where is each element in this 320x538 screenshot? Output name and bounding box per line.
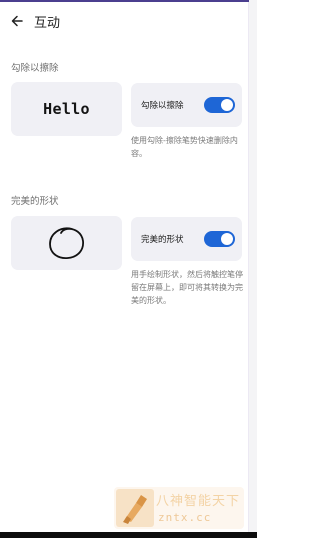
shape-toggle-switch[interactable] [204, 231, 235, 247]
shape-preview-card [11, 216, 122, 270]
erase-preview-card: Hello [11, 82, 122, 136]
switch-knob [221, 99, 233, 111]
system-navigation-bar [0, 532, 257, 538]
watermark-title: 八神智能天下 [156, 494, 241, 509]
watermark-url: zntx.cc [158, 511, 212, 524]
top-accent-bar [0, 0, 257, 2]
right-edge-strip [249, 0, 257, 538]
shape-toggle-row[interactable]: 完美的形状 [131, 217, 242, 261]
shape-description: 用手绘制形状，然后将触控笔停留在屏幕上，即可将其转换为完美的形状。 [131, 270, 243, 305]
erase-toggle-switch[interactable] [204, 97, 235, 113]
back-button[interactable] [4, 8, 30, 34]
header: 互动 [0, 8, 240, 34]
erase-description: 使用勾除-擦除笔势快速删除内容。 [131, 136, 238, 158]
switch-knob [221, 233, 233, 245]
brush-logo-icon [116, 489, 154, 527]
erase-toggle-label: 勾除以擦除 [141, 101, 184, 111]
arrow-left-icon [11, 15, 23, 27]
shape-toggle-label: 完美的形状 [141, 235, 184, 245]
hello-sample-text: Hello [43, 100, 90, 118]
section-title-erase: 勾除以擦除 [11, 63, 59, 74]
erase-toggle-row[interactable]: 勾除以擦除 [131, 83, 242, 127]
edge-divider [248, 2, 249, 538]
page-title: 互动 [34, 15, 61, 31]
section-title-shape: 完美的形状 [11, 196, 59, 207]
watermark-badge: 八神智能天下 zntx.cc [114, 487, 244, 529]
hand-drawn-circle-icon [48, 227, 84, 259]
